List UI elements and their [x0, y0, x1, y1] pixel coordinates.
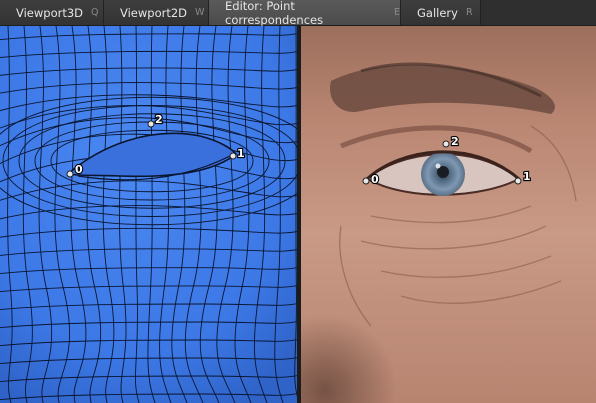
tab-shortcut: W	[195, 7, 205, 18]
tab-shortcut: R	[465, 7, 473, 18]
marker-label: 1	[523, 170, 531, 183]
marker-label: 0	[75, 163, 83, 176]
tab-bar-filler	[481, 0, 596, 25]
marker-dot[interactable]	[66, 170, 74, 178]
tab-viewport3d[interactable]: Viewport3D Q	[0, 0, 104, 25]
mesh-canvas[interactable]: 0 1 2	[0, 26, 297, 403]
tab-bar: Viewport3D Q Viewport2D W Editor: Point …	[0, 0, 596, 27]
tab-label: Gallery	[417, 5, 458, 20]
tab-gallery[interactable]: Gallery R	[401, 0, 481, 25]
tab-point-correspondences[interactable]: Editor: Point correspondences E	[209, 0, 401, 27]
tab-label: Editor: Point correspondences	[225, 0, 324, 27]
photo-canvas[interactable]: 0 1 2	[301, 26, 596, 403]
marker-dot[interactable]	[442, 140, 450, 148]
marker-label: 2	[155, 113, 163, 126]
marker-dot[interactable]	[514, 177, 522, 185]
marker-label: 0	[371, 173, 379, 186]
marker-dot[interactable]	[362, 177, 370, 185]
mesh-viewport[interactable]: 0 1 2	[0, 26, 297, 403]
nose-shadow	[301, 276, 421, 403]
tab-shortcut: E	[393, 7, 400, 18]
tab-viewport2d[interactable]: Viewport2D W	[104, 0, 209, 25]
photo-viewport[interactable]: 0 1 2	[301, 26, 596, 403]
marker-dot[interactable]	[147, 120, 155, 128]
marker-label: 1	[237, 147, 245, 160]
eye-highlight	[435, 163, 441, 169]
marker-label: 2	[451, 135, 459, 148]
tab-label: Viewport3D	[16, 5, 84, 20]
tab-label: Viewport2D	[120, 5, 188, 20]
marker-dot[interactable]	[229, 152, 237, 160]
tab-shortcut: Q	[91, 7, 99, 18]
